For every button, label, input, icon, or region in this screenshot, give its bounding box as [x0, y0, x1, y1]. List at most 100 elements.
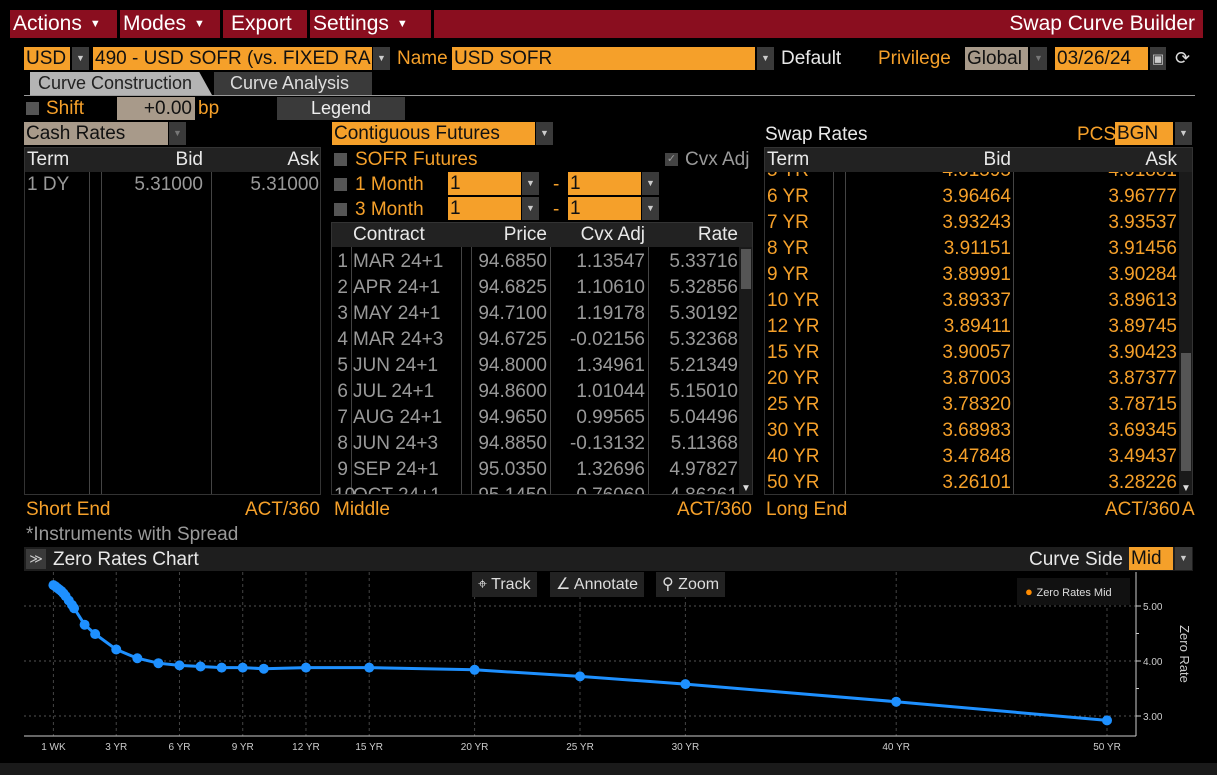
table-row[interactable]: 40 YR 3.47848 3.49437 — [765, 444, 1192, 470]
table-row[interactable]: 20 YR 3.87003 3.87377 — [765, 366, 1192, 392]
date-input[interactable]: 03/26/24 — [1055, 47, 1148, 70]
table-row[interactable]: 6 JUL 24+1 94.8600 1.01044 5.15010 — [332, 379, 752, 405]
chevron-down-icon[interactable]: ▼ — [1030, 47, 1047, 70]
three-month-checkbox[interactable] — [334, 203, 347, 216]
annotate-button[interactable]: ∠ Annotate — [550, 572, 644, 597]
table-cell: 5.32368 — [669, 329, 738, 350]
table-cell: 5.04496 — [669, 407, 738, 428]
calendar-icon[interactable]: ▣ — [1150, 47, 1166, 70]
curve-side-select[interactable]: Mid — [1129, 547, 1173, 570]
modes-menu[interactable]: Modes ▼ — [120, 10, 223, 38]
chevron-down-icon[interactable]: ▼ — [642, 172, 659, 195]
export-label: Export — [231, 12, 292, 35]
one-month-from-input[interactable]: 1 — [448, 172, 521, 195]
table-cell: 3.90284 — [1108, 264, 1177, 285]
three-month-to-input[interactable]: 1 — [568, 197, 641, 220]
currency-select[interactable]: USD — [24, 47, 70, 70]
table-row[interactable]: 3 MAY 24+1 94.7100 1.19178 5.30192 — [332, 301, 752, 327]
futures-type-select[interactable]: Contiguous Futures — [332, 122, 535, 145]
chevron-down-icon[interactable]: ▼ — [642, 197, 659, 220]
chevron-down-icon[interactable]: ▼ — [536, 122, 553, 145]
table-frame: Contract Price Cvx Adj Rate 1 MAR 24+1 94.6850… — [331, 222, 753, 495]
chevron-down-icon[interactable]: ▼ — [169, 122, 186, 145]
scrollbar-thumb[interactable] — [1181, 353, 1191, 471]
chevron-down-icon[interactable]: ▼ — [1175, 122, 1192, 145]
export-menu[interactable]: Export — [223, 10, 310, 38]
name-input[interactable]: USD SOFR — [452, 47, 755, 70]
sofr-futures-checkbox[interactable] — [334, 153, 347, 166]
scroll-down-icon[interactable]: ▼ — [1179, 483, 1192, 494]
privilege-select[interactable]: Global — [965, 47, 1028, 70]
column-header[interactable]: Cvx Adj — [550, 223, 647, 249]
table-row[interactable]: 5 JUN 24+1 94.8000 1.34961 5.21349 — [332, 353, 752, 379]
cvx-adj-checkbox[interactable]: ✓ — [665, 153, 678, 166]
chart-header — [24, 547, 1193, 571]
table-row[interactable]: 10 YR 3.89337 3.89613 — [765, 288, 1192, 314]
table-row[interactable]: 30 YR 3.68983 3.69345 — [765, 418, 1192, 444]
tab-curve-analysis[interactable]: Curve Analysis — [214, 72, 372, 95]
actions-menu[interactable]: Actions ▼ — [10, 10, 120, 38]
scrollbar[interactable]: ▲▼ — [739, 223, 752, 494]
shift-checkbox[interactable] — [26, 102, 39, 115]
scroll-down-icon[interactable]: ▼ — [739, 483, 752, 494]
three-month-from-input[interactable]: 1 — [448, 197, 521, 220]
collapse-icon[interactable]: ≫ — [26, 549, 46, 569]
settings-menu[interactable]: Settings ▼ — [310, 10, 434, 38]
curve-select[interactable]: 490 - USD SOFR (vs. FIXED RA — [93, 47, 372, 70]
one-month-to-input[interactable]: 1 — [568, 172, 641, 195]
scrollbar[interactable]: ▲▼ — [1179, 148, 1192, 494]
table-cell: 25 YR — [767, 394, 820, 415]
range-dash: - — [553, 199, 560, 220]
table-row[interactable]: 4 MAR 24+3 94.6725 -0.02156 5.32368 — [332, 327, 752, 353]
column-header[interactable]: Term — [765, 148, 827, 174]
table-row[interactable]: 7 YR 3.93243 3.93537 — [765, 210, 1192, 236]
table-row[interactable]: 10OCT 24+1 95.14500.760694.86261 — [332, 483, 752, 494]
table-row[interactable]: 8 JUN 24+3 94.8850 -0.13132 5.11368 — [332, 431, 752, 457]
table-cell: 94.6825 — [478, 277, 547, 298]
table-cell: 10 — [332, 483, 355, 494]
actions-label: Actions — [13, 12, 82, 35]
cash-rates-select[interactable]: Cash Rates — [24, 122, 168, 145]
one-month-checkbox[interactable] — [334, 178, 347, 191]
refresh-icon[interactable]: ⟳ — [1175, 49, 1190, 67]
table-cell: 3.87377 — [1108, 368, 1177, 389]
chevron-down-icon[interactable]: ▼ — [522, 172, 539, 195]
column-header[interactable]: Price — [471, 223, 549, 249]
table-row[interactable]: 25 YR 3.78320 3.78715 — [765, 392, 1192, 418]
legend-button[interactable]: Legend — [277, 97, 405, 120]
table-row[interactable]: 1 MAR 24+1 94.6850 1.13547 5.33716 — [332, 249, 752, 275]
table-row[interactable]: 12 YR 3.89411 3.89745 — [765, 314, 1192, 340]
column-header[interactable]: Rate — [648, 223, 740, 249]
column-header[interactable]: Bid — [101, 148, 205, 174]
table-row[interactable]: 15 YR 3.90057 3.90423 — [765, 340, 1192, 366]
shift-input[interactable]: +0.00 — [117, 97, 195, 120]
one-month-label: 1 Month — [355, 174, 424, 195]
table-cell: 1.01044 — [576, 381, 645, 402]
y-tick-label: 4.00 — [1143, 657, 1163, 668]
table-row[interactable]: 1 DY 5.31000 5.31000 — [25, 172, 320, 198]
chevron-down-icon[interactable]: ▼ — [522, 197, 539, 220]
tab-curve-construction[interactable]: Curve Construction — [30, 72, 212, 95]
table-row[interactable]: 7 AUG 24+1 94.9650 0.99565 5.04496 — [332, 405, 752, 431]
data-point — [575, 671, 585, 682]
column-header[interactable]: Bid — [845, 148, 1013, 174]
scrollbar-thumb[interactable] — [741, 249, 751, 289]
column-header[interactable]: Contract — [351, 223, 461, 249]
table-cell: 30 YR — [767, 420, 820, 441]
track-button[interactable]: ⌖ Track — [472, 572, 537, 597]
table-row[interactable]: 9 SEP 24+1 95.0350 1.32696 4.97827 — [332, 457, 752, 483]
column-header[interactable]: Term — [25, 148, 89, 174]
zoom-button[interactable]: ⚲ Zoom — [656, 572, 726, 597]
table-row[interactable]: 6 YR 3.96464 3.96777 — [765, 184, 1192, 210]
chevron-down-icon[interactable]: ▼ — [373, 47, 390, 70]
chevron-down-icon[interactable]: ▼ — [757, 47, 774, 70]
pcs-select[interactable]: BGN — [1115, 122, 1173, 145]
table-row[interactable]: 8 YR 3.91151 3.91456 — [765, 236, 1192, 262]
table-row[interactable]: 50 YR 3.26101 3.28226 — [765, 470, 1192, 494]
chevron-down-icon[interactable]: ▼ — [72, 47, 89, 70]
column-header[interactable]: Ask — [211, 148, 320, 174]
column-header[interactable]: Ask — [1013, 148, 1179, 174]
table-row[interactable]: 9 YR 3.89991 3.90284 — [765, 262, 1192, 288]
chevron-down-icon[interactable]: ▼ — [1175, 547, 1192, 570]
table-row[interactable]: 2 APR 24+1 94.6825 1.10610 5.32856 — [332, 275, 752, 301]
